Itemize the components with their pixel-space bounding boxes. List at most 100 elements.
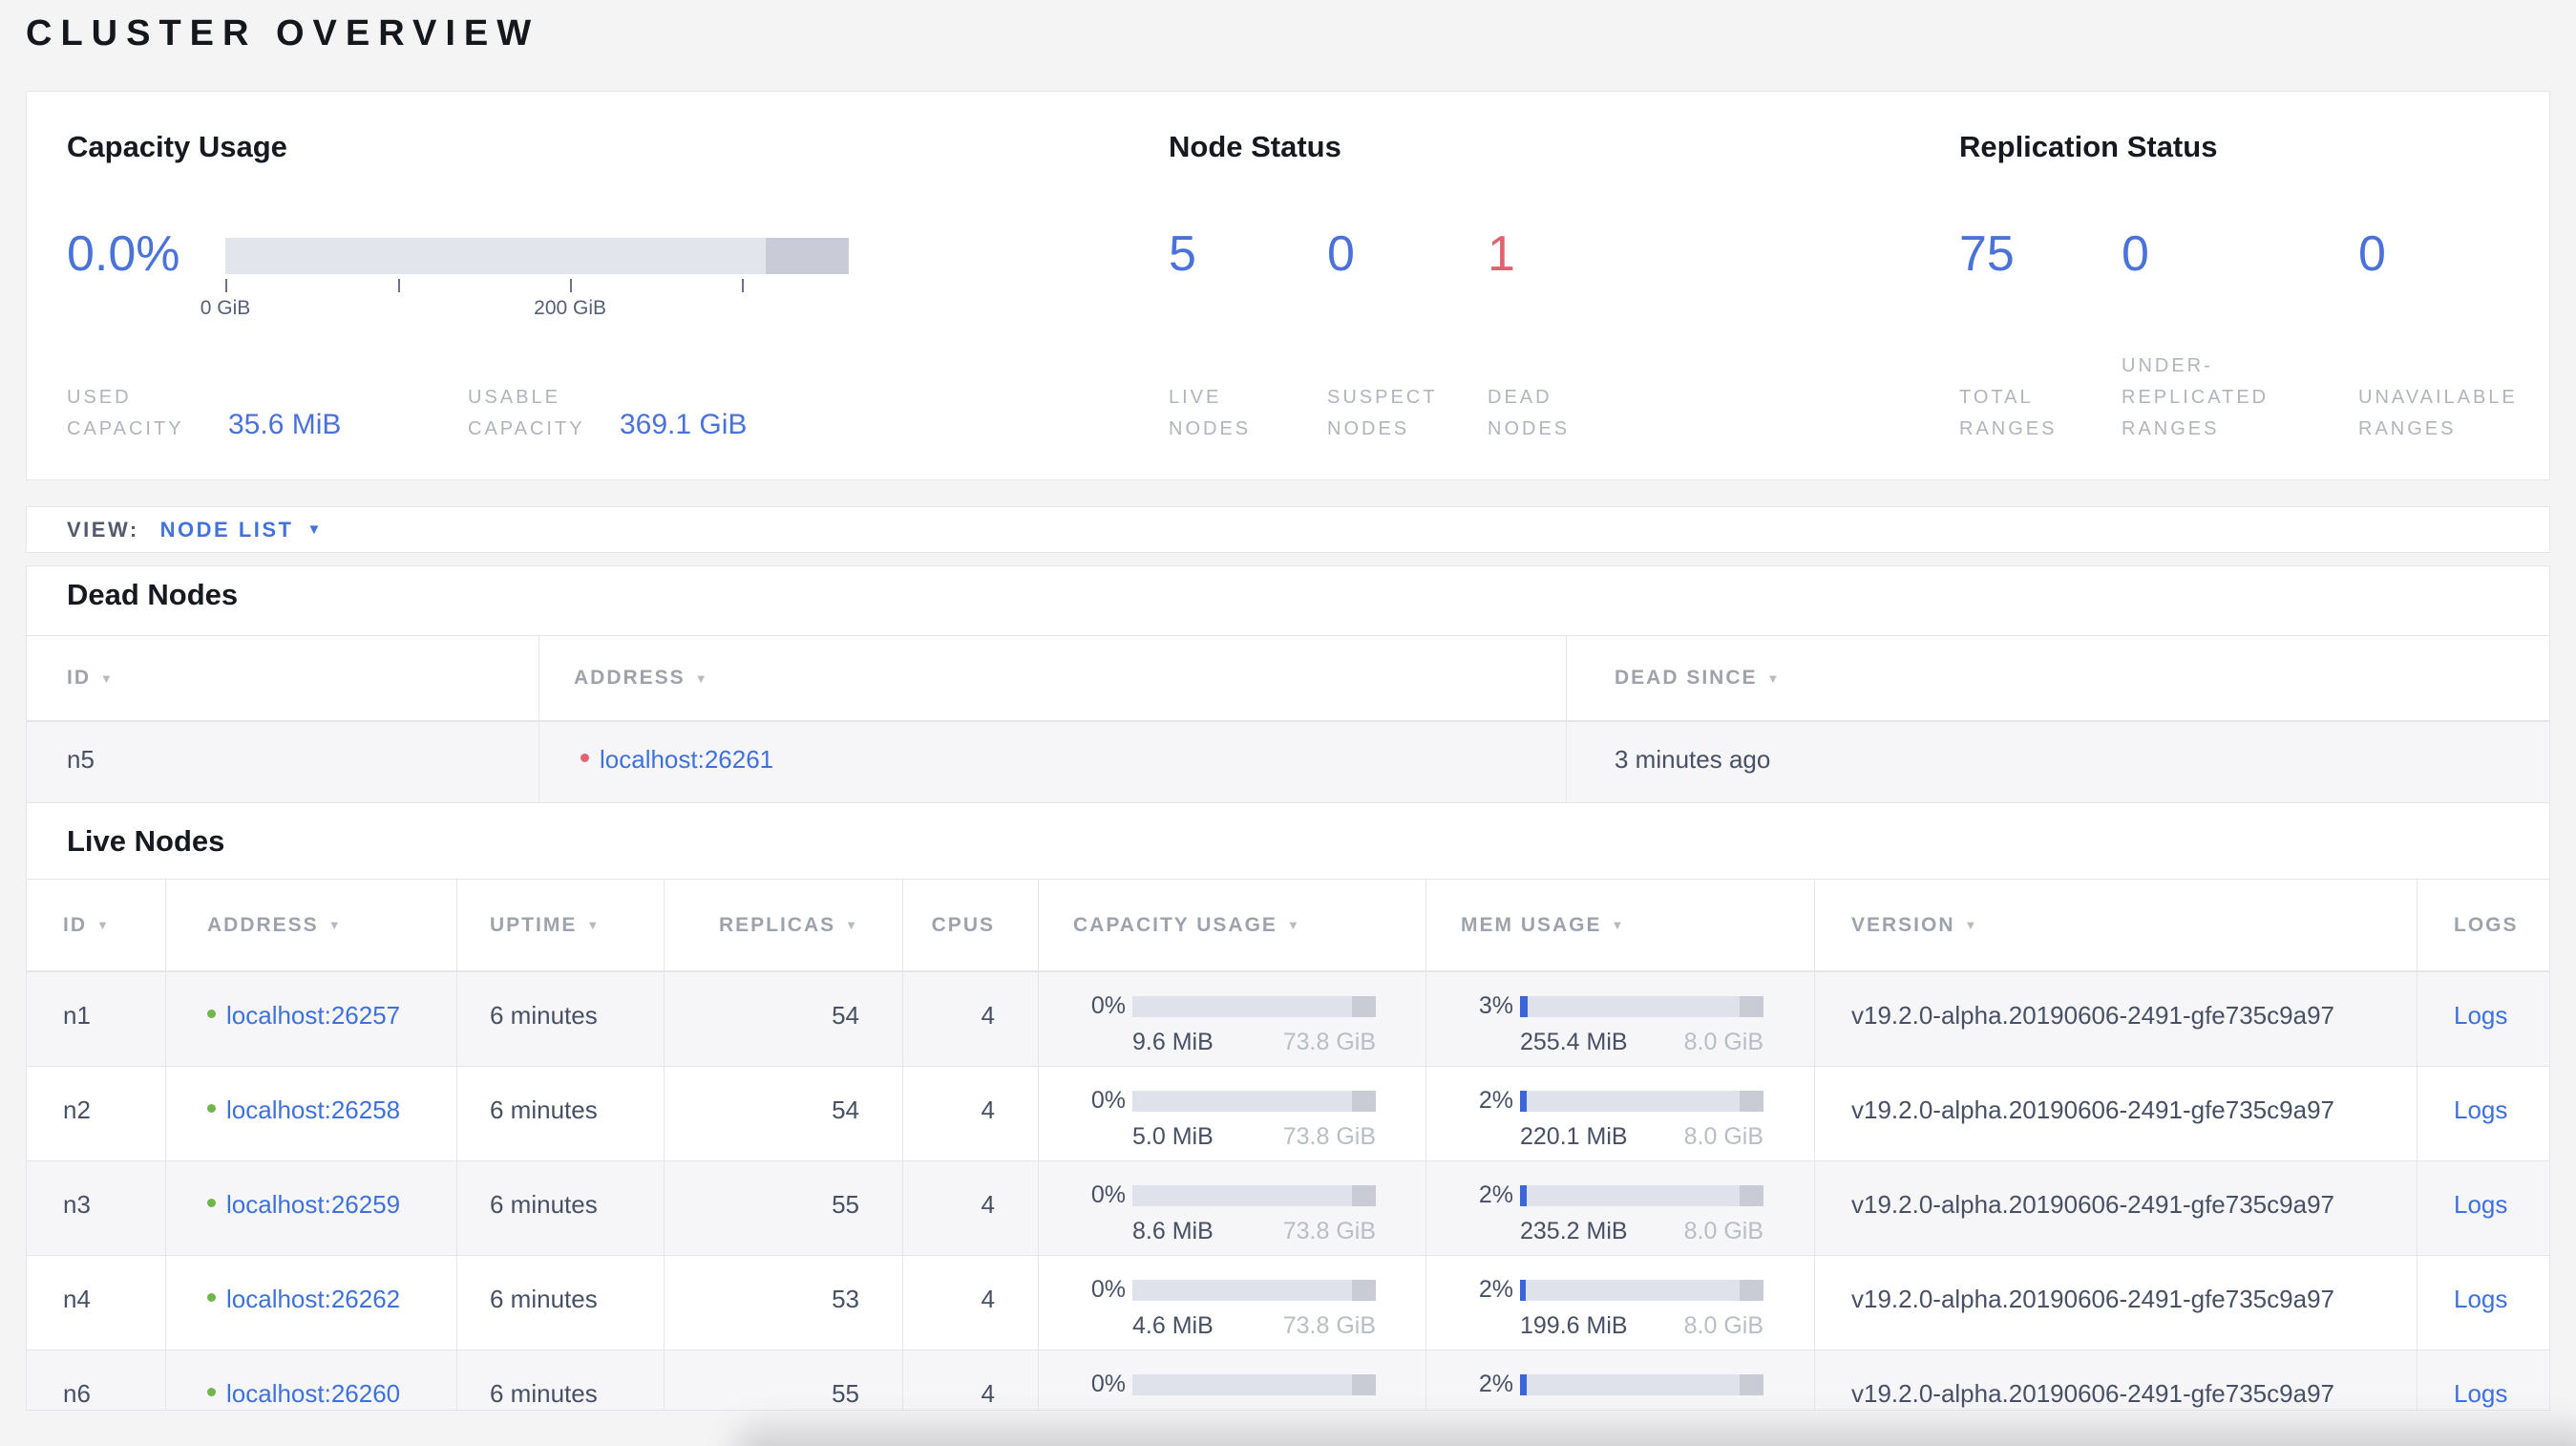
- capacity-bar-available-segment: [225, 238, 767, 274]
- node-cpus: 4: [903, 972, 1039, 1066]
- logs-link[interactable]: Logs: [2454, 1001, 2507, 1031]
- logs-link[interactable]: Logs: [2454, 1379, 2507, 1409]
- capacity-bar: [1132, 1373, 1376, 1395]
- node-address-cell: localhost:26260: [166, 1350, 457, 1410]
- node-address-link[interactable]: localhost:26259: [226, 1190, 400, 1220]
- node-address-link[interactable]: localhost:26258: [226, 1095, 400, 1125]
- bottom-window-shadow: [735, 1427, 2576, 1446]
- mem-used-value: 235.2 MiB: [1520, 1218, 1628, 1244]
- mem-usage-cell: 2% 235.2 MiB 8.0 GiB: [1426, 1161, 1815, 1255]
- node-id: n5: [27, 722, 539, 802]
- capacity-percent: 0.0%: [67, 226, 180, 282]
- node-address-link[interactable]: localhost:26262: [226, 1285, 400, 1314]
- axis-tick-label: 0 GiB: [200, 297, 251, 319]
- capacity-bar-tail: [1351, 1279, 1376, 1301]
- mem-used-value: 220.1 MiB: [1520, 1123, 1628, 1150]
- column-header-version[interactable]: VERSION ▼: [1815, 880, 2418, 970]
- live-status-dot-icon: [207, 1199, 216, 1207]
- column-header-id[interactable]: ID ▼: [27, 636, 539, 720]
- capacity-usage-cell: 0% 4.6 MiB 73.8 GiB: [1039, 1256, 1426, 1350]
- logs-cell: Logs: [2418, 1067, 2549, 1160]
- capacity-usage-cell: 0% 8.6 MiB 73.8 GiB: [1039, 1161, 1426, 1255]
- column-header-mem-usage[interactable]: MEM USAGE ▼: [1426, 880, 1815, 970]
- mem-bar-fill: [1520, 1184, 1528, 1206]
- column-header-address[interactable]: ADDRESS ▼: [166, 880, 457, 970]
- node-uptime: 6 minutes: [457, 1161, 665, 1255]
- column-header-capacity-usage[interactable]: CAPACITY USAGE ▼: [1039, 880, 1426, 970]
- node-replicas: 55: [665, 1350, 903, 1410]
- sort-desc-icon: ▼: [694, 670, 709, 686]
- live-nodes-table: ID ▼ ADDRESS ▼ UPTIME ▼ REPLICAS ▼ CPUS CAPA…: [27, 879, 2549, 1410]
- view-dropdown-value[interactable]: NODE LIST: [160, 518, 294, 542]
- mem-total-value: 8.0 GiB: [1683, 1029, 1763, 1055]
- node-address-link[interactable]: localhost:26260: [226, 1379, 400, 1409]
- node-address-cell: localhost:26258: [166, 1067, 457, 1160]
- mem-percent-label: 3%: [1478, 992, 1513, 1019]
- page-title: CLUSTER OVERVIEW: [26, 13, 540, 53]
- mem-bar: [1520, 1090, 1763, 1112]
- cluster-summary-panel: Capacity Usage 0.0% 0 GiB 200 GiB USED C…: [26, 91, 2550, 480]
- column-header-replicas[interactable]: REPLICAS ▼: [665, 880, 903, 970]
- node-version: v19.2.0-alpha.20190606-2491-gfe735c9a97: [1815, 1350, 2418, 1410]
- mem-used-value: 225.5 MiB: [1520, 1407, 1628, 1410]
- node-version: v19.2.0-alpha.20190606-2491-gfe735c9a97: [1815, 1256, 2418, 1350]
- node-address-link[interactable]: localhost:26257: [226, 1001, 400, 1031]
- capacity-used-value: 7.8 MiB: [1132, 1407, 1214, 1410]
- capacity-usage-title: Capacity Usage: [67, 130, 287, 163]
- logs-link[interactable]: Logs: [2454, 1285, 2507, 1314]
- node-id: n4: [27, 1256, 166, 1350]
- node-version: v19.2.0-alpha.20190606-2491-gfe735c9a97: [1815, 1161, 2418, 1255]
- mem-percent-label: 2%: [1478, 1371, 1513, 1397]
- view-dropdown[interactable]: NODE LIST ▼: [160, 518, 322, 542]
- sort-desc-icon: ▼: [1964, 918, 1979, 932]
- column-header-cpus[interactable]: CPUS: [903, 880, 1039, 970]
- usable-capacity-value: 369.1 GiB: [620, 409, 748, 440]
- axis-tick: [225, 279, 227, 292]
- node-uptime: 6 minutes: [457, 972, 665, 1066]
- view-label: VIEW:: [67, 517, 139, 542]
- capacity-usage-cell: 0% 5.0 MiB 73.8 GiB: [1039, 1067, 1426, 1160]
- mem-total-value: 8.0 GiB: [1683, 1218, 1763, 1244]
- live-node-row: n1 localhost:26257 6 minutes 54 4 0% 9.6…: [27, 971, 2549, 1066]
- view-selector-bar: VIEW: NODE LIST ▼: [26, 506, 2550, 553]
- node-id: n2: [27, 1067, 166, 1160]
- node-address-cell: localhost:26259: [166, 1161, 457, 1255]
- logs-link[interactable]: Logs: [2454, 1095, 2507, 1125]
- capacity-total-value: 73.8 GiB: [1282, 1029, 1376, 1055]
- mem-usage-cell: 2% 199.6 MiB 8.0 GiB: [1426, 1256, 1815, 1350]
- column-header-logs[interactable]: LOGS: [2418, 880, 2549, 970]
- sort-desc-icon: ▼: [1766, 670, 1782, 686]
- column-header-dead-since[interactable]: DEAD SINCE ▼: [1567, 636, 2549, 720]
- dead-nodes-title: Dead Nodes: [67, 578, 239, 611]
- logs-link[interactable]: Logs: [2454, 1190, 2507, 1220]
- live-nodes-title: Live Nodes: [67, 824, 225, 858]
- mem-bar-fill: [1520, 1373, 1527, 1395]
- sort-desc-icon: ▼: [1286, 918, 1301, 932]
- axis-tick: [741, 279, 744, 292]
- node-uptime: 6 minutes: [457, 1350, 665, 1410]
- node-status-title: Node Status: [1169, 130, 1341, 163]
- mem-percent-label: 2%: [1478, 1276, 1513, 1303]
- node-id: n3: [27, 1161, 166, 1255]
- capacity-used-value: 8.6 MiB: [1132, 1218, 1214, 1244]
- axis-tick: [397, 279, 400, 292]
- column-header-id[interactable]: ID ▼: [27, 880, 166, 970]
- mem-bar-fill: [1520, 995, 1528, 1017]
- capacity-usage-cell: 0% 9.6 MiB 73.8 GiB: [1039, 972, 1426, 1066]
- node-address-link[interactable]: localhost:26261: [600, 745, 773, 775]
- node-id: n6: [27, 1350, 166, 1410]
- capacity-percent-label: 0%: [1090, 992, 1126, 1019]
- axis-tick-label: 200 GiB: [534, 297, 607, 319]
- node-cpus: 4: [903, 1067, 1039, 1160]
- mem-bar-tail: [1739, 1184, 1763, 1206]
- capacity-total-value: 73.8 GiB: [1283, 1407, 1376, 1410]
- capacity-bar-tail: [1351, 995, 1376, 1017]
- logs-cell: Logs: [2418, 1256, 2549, 1350]
- logs-cell: Logs: [2418, 1161, 2549, 1255]
- capacity-used-value: 5.0 MiB: [1132, 1123, 1214, 1150]
- column-header-uptime[interactable]: UPTIME ▼: [457, 880, 665, 970]
- capacity-bar-tail: [1351, 1184, 1376, 1206]
- live-status-dot-icon: [207, 1010, 216, 1018]
- column-header-address[interactable]: ADDRESS ▼: [539, 636, 1567, 720]
- mem-usage-cell: 2% 220.1 MiB 8.0 GiB: [1426, 1067, 1815, 1160]
